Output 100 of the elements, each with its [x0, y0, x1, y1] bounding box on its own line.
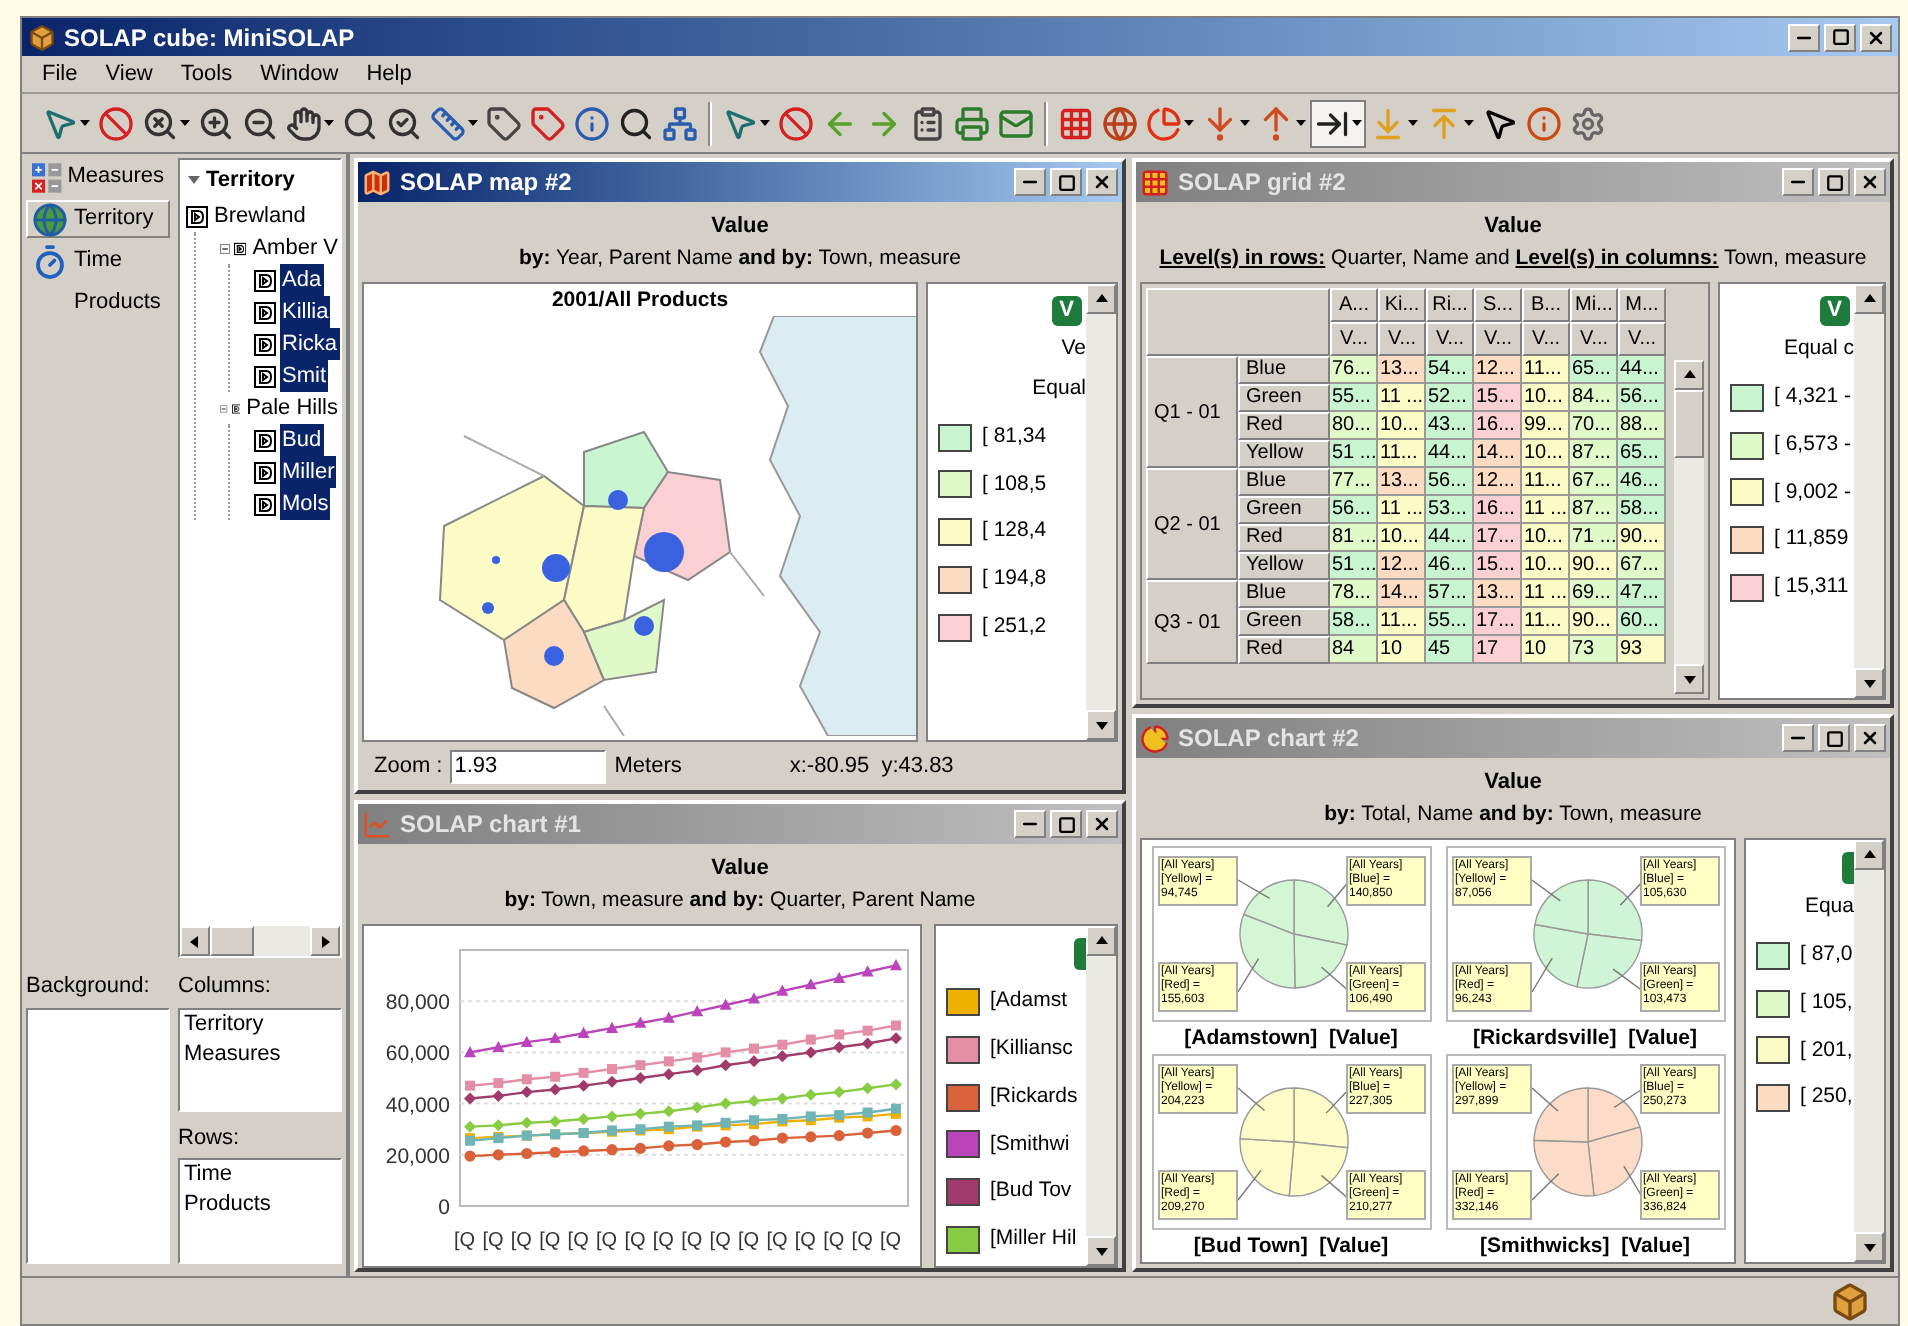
row-header[interactable]: Red [1238, 636, 1330, 665]
minimize-button[interactable] [1788, 23, 1820, 51]
maximize-button[interactable] [1818, 724, 1850, 752]
close-button[interactable] [1086, 810, 1118, 838]
scroll-down-button[interactable] [1674, 664, 1704, 694]
collapse-icon[interactable] [220, 399, 228, 417]
minimize-button[interactable] [1014, 168, 1046, 196]
vertical-scrollbar[interactable] [1086, 926, 1116, 1266]
minimize-button[interactable] [1782, 724, 1814, 752]
column-header[interactable]: A... [1330, 288, 1378, 323]
scroll-thumb[interactable] [1674, 390, 1704, 459]
point [520, 1036, 533, 1048]
tree-item[interactable]: Killia [280, 295, 331, 329]
vertical-scrollbar[interactable] [1674, 360, 1704, 694]
column-header[interactable]: Mi... [1570, 288, 1618, 323]
vertical-scrollbar[interactable] [1854, 284, 1884, 698]
column-header[interactable]: V... [1426, 322, 1474, 357]
vertical-scrollbar[interactable] [1086, 284, 1116, 740]
column-header[interactable]: V... [1330, 322, 1378, 357]
maximize-button[interactable] [1050, 168, 1082, 196]
column-header[interactable]: S... [1474, 288, 1522, 323]
minimize-button[interactable] [1782, 168, 1814, 196]
point [777, 1040, 788, 1051]
tree-item[interactable]: Ricka [280, 327, 340, 361]
tree-item[interactable]: Miller [280, 455, 337, 489]
scroll-up-button[interactable] [1854, 284, 1884, 315]
point [606, 1022, 618, 1034]
column-header[interactable]: V... [1570, 322, 1618, 357]
column-header[interactable]: V... [1522, 322, 1570, 357]
row-group-header[interactable]: Q2 - 01 [1146, 468, 1238, 581]
scroll-up-button[interactable] [1086, 284, 1116, 315]
maximize-button[interactable] [1824, 23, 1856, 51]
close-button[interactable] [1854, 168, 1886, 196]
menu-item[interactable]: View [105, 57, 153, 91]
list-item[interactable]: Time [184, 1160, 336, 1190]
row-header[interactable]: Yellow [1238, 440, 1330, 469]
row-header[interactable]: Red [1238, 412, 1330, 441]
menu-item[interactable]: File [42, 57, 78, 91]
row-header[interactable]: Green [1238, 384, 1330, 413]
vertical-scrollbar[interactable] [1854, 840, 1884, 1262]
chart-title: [Rickardsville] [Value] [1472, 1024, 1698, 1055]
close-button[interactable] [1860, 23, 1892, 51]
column-header[interactable]: M... [1618, 288, 1666, 323]
scroll-down-button[interactable] [1086, 710, 1116, 740]
tree-item[interactable]: Brewland [212, 200, 308, 233]
scroll-down-button[interactable] [1854, 1232, 1884, 1262]
tree-item[interactable]: Pale Hills [244, 391, 340, 425]
close-button[interactable] [1854, 724, 1886, 752]
column-header[interactable]: B... [1522, 288, 1570, 323]
toolbar-button[interactable] [1310, 99, 1366, 147]
tree-item[interactable]: Mols [280, 487, 331, 521]
scroll-up-button[interactable] [1086, 926, 1116, 957]
scroll-right-button[interactable] [310, 926, 340, 956]
chart-heading: Value [1484, 212, 1542, 242]
collapse-icon[interactable] [220, 239, 231, 257]
minimize-button[interactable] [1014, 810, 1046, 838]
column-header[interactable]: V... [1474, 322, 1522, 357]
dimension-tab[interactable]: Products [26, 284, 170, 322]
menu-item[interactable]: Window [260, 57, 339, 91]
row-header[interactable]: Green [1238, 608, 1330, 637]
tree-item[interactable]: Amber V [250, 231, 340, 265]
pie-chart-icon [1140, 723, 1170, 753]
scroll-left-button[interactable] [180, 926, 210, 956]
list-item[interactable]: Territory [184, 1009, 336, 1039]
zoom-field[interactable]: 1.93 [450, 749, 607, 783]
tree-item[interactable]: Smit [280, 359, 328, 393]
dimension-tab[interactable]: Measures [26, 158, 170, 196]
column-header[interactable]: V... [1618, 322, 1666, 357]
menu-item[interactable]: Help [366, 57, 412, 91]
scroll-down-button[interactable] [1086, 1236, 1116, 1266]
table-cell: 46... [1618, 468, 1666, 497]
list-item[interactable]: Products [184, 1190, 336, 1220]
scroll-thumb[interactable] [210, 926, 254, 956]
column-header[interactable]: Ri... [1426, 288, 1474, 323]
dimension-tab[interactable]: Time [26, 242, 170, 280]
tree-item[interactable]: Bud [280, 423, 324, 457]
maximize-button[interactable] [1050, 810, 1082, 838]
row-header[interactable]: Yellow [1238, 552, 1330, 581]
row-header[interactable]: Red [1238, 524, 1330, 553]
row-header[interactable]: Green [1238, 496, 1330, 525]
table-cell: 10... [1522, 552, 1570, 581]
dimension-tab[interactable]: Territory [26, 200, 170, 238]
horizontal-scrollbar[interactable] [180, 926, 340, 956]
row-header[interactable]: Blue [1238, 468, 1330, 497]
list-item[interactable]: Measures [184, 1039, 336, 1069]
row-header[interactable]: Blue [1238, 356, 1330, 385]
column-header[interactable]: Ki... [1378, 288, 1426, 323]
scroll-up-button[interactable] [1674, 360, 1704, 391]
close-button[interactable] [1086, 168, 1118, 196]
window-title: SOLAP chart #2 [1178, 722, 1361, 756]
scroll-down-button[interactable] [1854, 668, 1884, 698]
row-group-header[interactable]: Q1 - 01 [1146, 356, 1238, 469]
column-header[interactable]: V... [1378, 322, 1426, 357]
maximize-button[interactable] [1818, 168, 1850, 196]
menu-item[interactable]: Tools [180, 57, 233, 91]
scroll-up-button[interactable] [1854, 840, 1884, 871]
row-header[interactable]: Blue [1238, 580, 1330, 609]
tree-item[interactable]: Ada [280, 263, 324, 297]
row-group-header[interactable]: Q3 - 01 [1146, 580, 1238, 665]
tree-title: Territory [206, 165, 295, 196]
